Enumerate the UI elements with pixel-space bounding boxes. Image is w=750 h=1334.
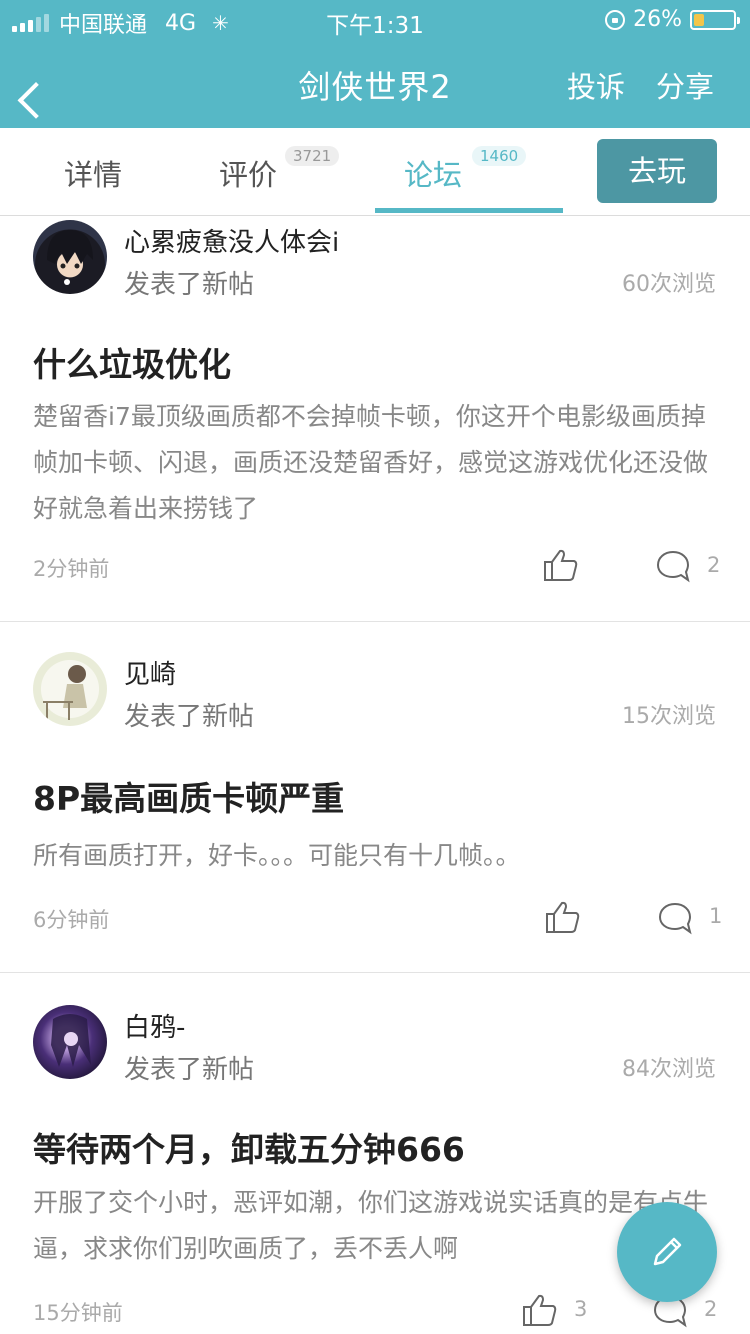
post-views: 60次浏览 [622,272,716,297]
like-count: 3 [574,1297,588,1321]
avatar-image [51,1014,91,1067]
forum-count-badge: 1460 [472,146,527,166]
post-action: 发表了新帖 [124,702,255,732]
like-icon[interactable] [543,548,579,582]
post-views: 84次浏览 [622,1057,716,1082]
post-views: 15次浏览 [622,704,716,729]
play-button[interactable]: 去玩 [597,139,717,203]
share-button[interactable]: 分享 [656,64,714,106]
post-username[interactable]: 心累疲惫没人体会i [124,222,339,259]
comment-count: 2 [704,1297,718,1321]
battery-icon [690,9,740,30]
tab-details-label: 详情 [64,158,123,192]
comment-icon[interactable] [657,901,693,935]
like-icon[interactable] [545,900,581,934]
post-action: 发表了新帖 [124,270,255,300]
app-header: 中国联通 4G ✳ 下午1:31 26% 剑侠世界2 投诉 分享 [0,0,750,128]
post-username[interactable]: 白鸦- [124,1007,185,1044]
battery-percent: 26% [633,7,682,32]
tab-forum-label: 论坛 [404,158,463,192]
post-title[interactable]: 什么垃圾优化 [33,338,231,386]
post-body[interactable]: 楚留香i7最顶级画质都不会掉帧卡顿，你这开个电影级画质掉帧加卡顿、闪退，画质还没… [33,394,723,532]
avatar[interactable] [33,220,107,294]
avatar[interactable] [33,652,107,726]
tab-reviews[interactable]: 评价 3721 [219,146,340,194]
page-title: 剑侠世界2 [298,68,452,106]
post-card[interactable]: 见崎 发表了新帖 15次浏览 8P最高画质卡顿严重 所有画质打开，好卡。。。可能… [0,622,750,973]
post-list: 心累疲惫没人体会i 发表了新帖 60次浏览 什么垃圾优化 楚留香i7最顶级画质都… [0,216,750,1334]
post-body[interactable]: 所有画质打开，好卡。。。可能只有十几帧。。 [33,833,723,879]
post-time: 15分钟前 [33,1301,123,1325]
avatar[interactable] [33,1005,107,1079]
active-tab-indicator [375,208,563,213]
orientation-lock-icon [605,9,626,30]
like-icon[interactable] [522,1293,558,1327]
avatar-image [47,230,93,285]
tab-reviews-label: 评价 [219,158,278,192]
avatar-image [43,665,87,720]
nav-bar: 剑侠世界2 投诉 分享 [0,40,750,128]
post-username[interactable]: 见崎 [124,654,176,691]
status-bar: 中国联通 4G ✳ 下午1:31 26% [0,0,750,40]
tab-bar: 详情 评价 3721 论坛 1460 去玩 [0,128,750,216]
post-time: 6分钟前 [33,908,110,932]
post-action: 发表了新帖 [124,1055,255,1085]
post-title[interactable]: 等待两个月，卸载五分钟666 [33,1123,465,1171]
report-button[interactable]: 投诉 [567,64,625,106]
post-time: 2分钟前 [33,557,110,581]
post-title[interactable]: 8P最高画质卡顿严重 [33,772,344,820]
comment-count: 1 [709,904,723,928]
post-card[interactable]: 心累疲惫没人体会i 发表了新帖 60次浏览 什么垃圾优化 楚留香i7最顶级画质都… [0,216,750,622]
comment-count: 2 [707,553,721,577]
comment-icon[interactable] [655,549,691,583]
tab-details[interactable]: 详情 [64,152,122,194]
reviews-count-badge: 3721 [285,146,340,166]
compose-post-button[interactable] [617,1202,717,1302]
tab-forum[interactable]: 论坛 1460 [404,146,527,194]
pencil-icon [653,1237,682,1266]
